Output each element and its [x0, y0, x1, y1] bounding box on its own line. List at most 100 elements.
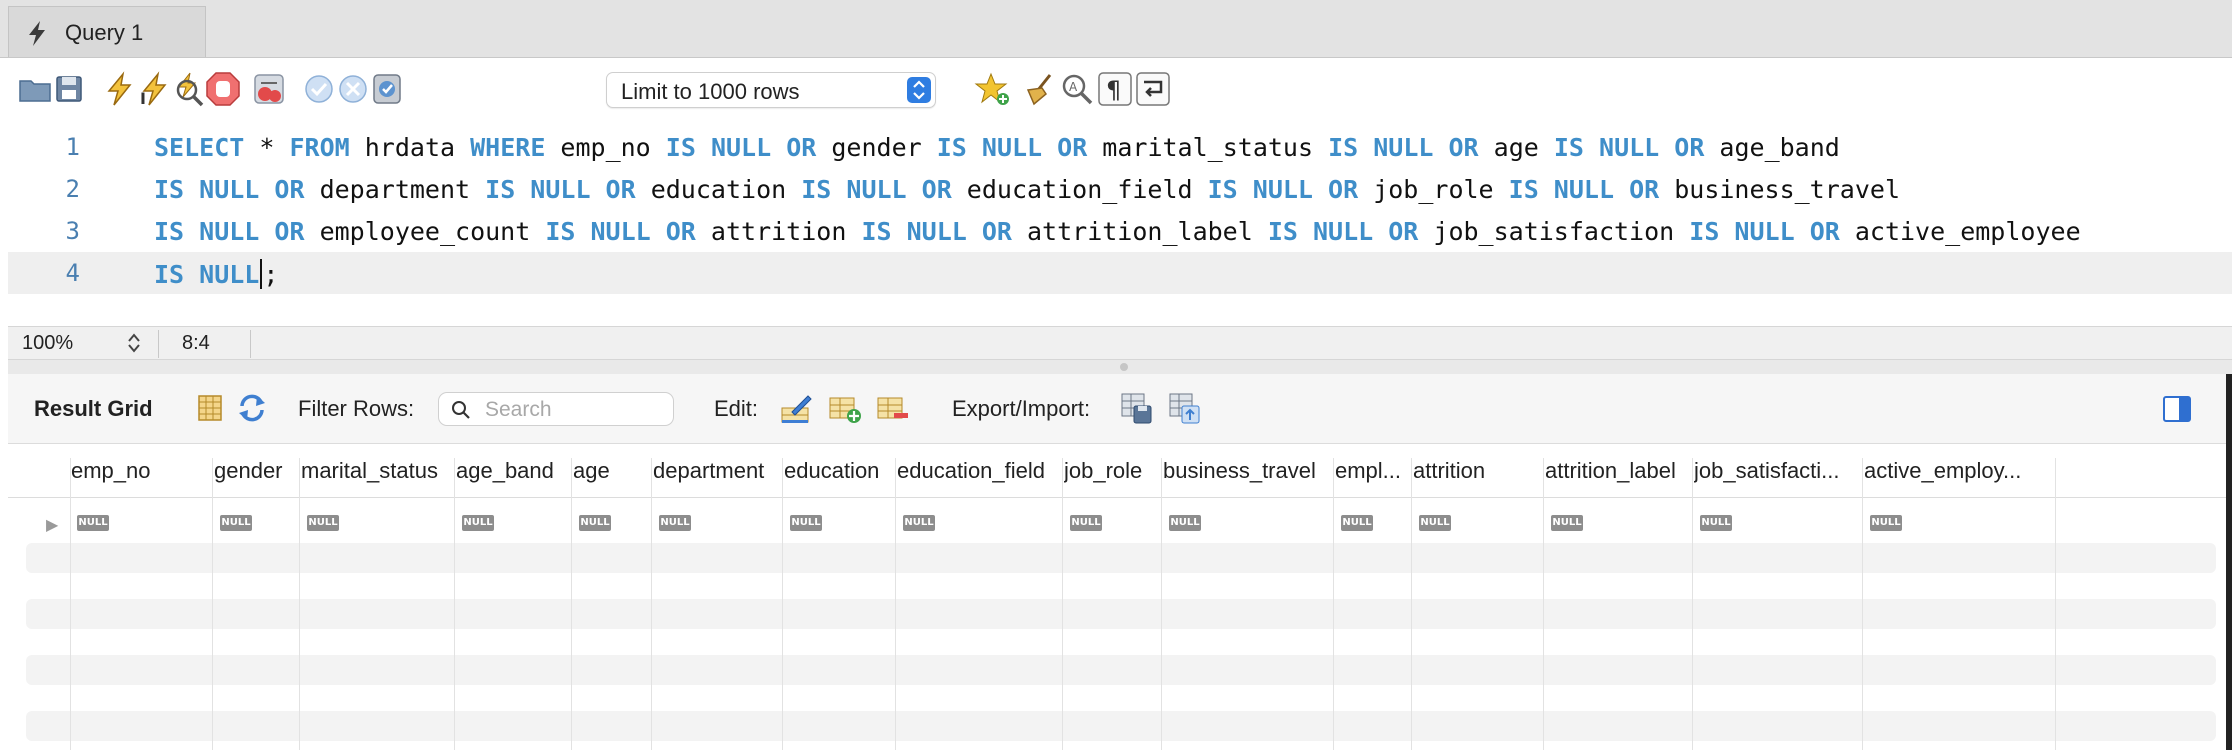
null-cell-badge[interactable]: NULL: [1419, 515, 1451, 531]
tab-query-1[interactable]: Query 1: [8, 6, 206, 57]
splitter-handle[interactable]: [1120, 363, 1128, 371]
open-folder-icon[interactable]: [16, 70, 54, 108]
add-row-icon[interactable]: [826, 390, 862, 426]
editor-line[interactable]: 1 SELECT * FROM hrdata WHERE emp_no IS NU…: [8, 126, 2232, 168]
null-cell-badge[interactable]: NULL: [1169, 515, 1201, 531]
column-divider[interactable]: [212, 458, 213, 750]
null-cell-badge[interactable]: NULL: [903, 515, 935, 531]
export-icon[interactable]: [1118, 390, 1154, 426]
export-import-label: Export/Import:: [952, 396, 1091, 421]
rollback-x-icon[interactable]: [334, 70, 372, 108]
column-header[interactable]: emp_no: [71, 458, 208, 484]
null-cell-badge[interactable]: NULL: [659, 515, 691, 531]
column-divider[interactable]: [70, 458, 71, 750]
column-divider[interactable]: [895, 458, 896, 750]
sql-identifier: attrition: [695, 217, 862, 246]
column-header[interactable]: education: [784, 458, 891, 484]
editor-status-bar: 100% 8:4: [8, 326, 2232, 360]
column-header[interactable]: attrition_label: [1545, 458, 1688, 484]
stop-on-error-icon[interactable]: [250, 70, 288, 108]
code-text[interactable]: IS NULL;: [154, 259, 278, 289]
delete-row-icon[interactable]: [874, 390, 910, 426]
stop-hand-icon[interactable]: [204, 70, 242, 108]
commit-check-icon[interactable]: [300, 70, 338, 108]
execute-lightning-icon[interactable]: [100, 70, 138, 108]
null-cell-badge[interactable]: NULL: [1551, 515, 1583, 531]
explain-magnifier-icon[interactable]: [170, 70, 208, 108]
column-divider[interactable]: [1333, 458, 1334, 750]
null-cell-badge[interactable]: NULL: [1700, 515, 1732, 531]
editor-line[interactable]: 3 IS NULL OR employee_count IS NULL OR at…: [8, 210, 2232, 252]
zoom-level[interactable]: 100%: [22, 332, 73, 355]
execute-current-icon[interactable]: I: [134, 70, 172, 108]
column-divider[interactable]: [1692, 458, 1693, 750]
column-header[interactable]: business_travel: [1163, 458, 1329, 484]
window-edge: [2226, 374, 2232, 750]
save-icon[interactable]: [50, 70, 88, 108]
column-header[interactable]: job_satisfacti...: [1694, 458, 1858, 484]
grid-columns-icon[interactable]: [192, 390, 228, 426]
null-cell-badge[interactable]: NULL: [1341, 515, 1373, 531]
editor-line[interactable]: 4 IS NULL;: [8, 252, 2232, 294]
column-divider[interactable]: [651, 458, 652, 750]
filter-search-field[interactable]: [438, 392, 674, 426]
table-row[interactable]: [26, 599, 2216, 629]
code-text[interactable]: IS NULL OR employee_count IS NULL OR att…: [154, 217, 2081, 246]
code-text[interactable]: SELECT * FROM hrdata WHERE emp_no IS NUL…: [154, 133, 1840, 162]
column-divider[interactable]: [782, 458, 783, 750]
column-header[interactable]: age: [573, 458, 647, 484]
null-cell-badge[interactable]: NULL: [579, 515, 611, 531]
column-divider[interactable]: [1543, 458, 1544, 750]
column-header[interactable]: empl...: [1335, 458, 1407, 484]
sql-identifier: education: [635, 175, 802, 204]
null-cell-badge[interactable]: NULL: [1070, 515, 1102, 531]
zoom-stepper-icon[interactable]: [126, 331, 142, 355]
column-header[interactable]: marital_status: [301, 458, 450, 484]
table-row[interactable]: [26, 543, 2216, 573]
limit-rows-select[interactable]: Limit to 1000 rows: [606, 72, 936, 108]
star-add-icon[interactable]: [974, 70, 1012, 108]
beautify-broom-icon[interactable]: [1020, 70, 1058, 108]
column-divider[interactable]: [1862, 458, 1863, 750]
import-icon[interactable]: [1166, 390, 1202, 426]
null-cell-badge[interactable]: NULL: [1870, 515, 1902, 531]
pane-splitter[interactable]: [8, 360, 2232, 374]
column-header[interactable]: active_employ...: [1864, 458, 2051, 484]
column-header[interactable]: education_field: [897, 458, 1058, 484]
find-magnifier-icon[interactable]: A: [1058, 70, 1096, 108]
null-cell-badge[interactable]: NULL: [307, 515, 339, 531]
column-divider[interactable]: [454, 458, 455, 750]
row-selector-arrow-icon[interactable]: ▶: [46, 515, 58, 535]
column-divider[interactable]: [571, 458, 572, 750]
sql-keyword: IS NULL OR: [154, 217, 305, 246]
sql-keyword: WHERE: [470, 133, 546, 162]
editor-line[interactable]: 2 IS NULL OR department IS NULL OR educat…: [8, 168, 2232, 210]
result-grid[interactable]: emp_no gender marital_status age_band age dep…: [8, 444, 2226, 750]
null-cell-badge[interactable]: NULL: [220, 515, 252, 531]
status-divider: [158, 330, 159, 358]
null-cell-badge[interactable]: NULL: [77, 515, 109, 531]
code-text[interactable]: IS NULL OR department IS NULL OR educati…: [154, 175, 1900, 204]
table-row[interactable]: [26, 655, 2216, 685]
column-divider[interactable]: [2055, 458, 2056, 750]
column-divider[interactable]: [1411, 458, 1412, 750]
null-cell-badge[interactable]: NULL: [462, 515, 494, 531]
auto-commit-icon[interactable]: [368, 70, 406, 108]
column-divider[interactable]: [1062, 458, 1063, 750]
edit-row-icon[interactable]: [778, 390, 814, 426]
column-header[interactable]: age_band: [456, 458, 567, 484]
refresh-icon[interactable]: [234, 390, 270, 426]
column-header[interactable]: department: [653, 458, 778, 484]
column-header[interactable]: job_role: [1064, 458, 1157, 484]
column-divider[interactable]: [1161, 458, 1162, 750]
side-panel-toggle-icon[interactable]: [2162, 394, 2192, 424]
invisibles-pilcrow-icon[interactable]: ¶: [1096, 70, 1134, 108]
column-header[interactable]: attrition: [1413, 458, 1539, 484]
sql-editor[interactable]: 1 SELECT * FROM hrdata WHERE emp_no IS NU…: [8, 126, 2232, 326]
column-divider[interactable]: [299, 458, 300, 750]
null-cell-badge[interactable]: NULL: [790, 515, 822, 531]
word-wrap-icon[interactable]: [1134, 70, 1172, 108]
column-header[interactable]: gender: [214, 458, 295, 484]
table-row[interactable]: [26, 711, 2216, 741]
search-input[interactable]: [483, 397, 667, 423]
